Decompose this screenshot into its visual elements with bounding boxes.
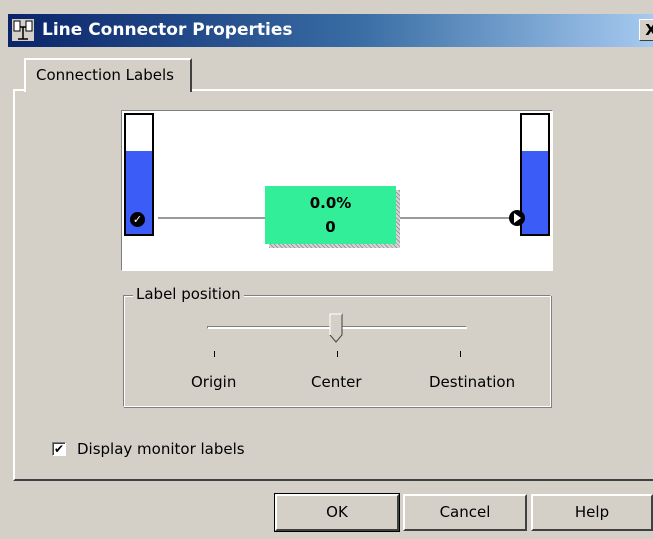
slider-tick-center [337,351,338,357]
slider-tick-origin [214,351,215,357]
window-title: Line Connector Properties [42,20,293,40]
checkmark-icon: ✓ [130,212,145,227]
close-icon: X [645,21,653,39]
tab-connection-labels[interactable]: Connection Labels [24,58,192,92]
slider-label-center: Center [311,373,362,391]
connection-label-percent: 0.0% [309,194,352,212]
dialog-window: Line Connector Properties X Connection L… [0,0,653,539]
cancel-button[interactable]: Cancel [403,494,527,531]
checkbox-check-icon: ✔ [53,442,65,456]
connector-app-icon [12,19,34,41]
destination-tank-level [522,150,548,234]
label-position-heading: Label position [133,285,244,303]
connection-label: 0.0% 0 [265,186,396,244]
help-button[interactable]: Help [531,494,653,531]
slider-label-destination: Destination [429,373,516,391]
label-position-slider-thumb[interactable] [329,313,343,343]
tab-label: Connection Labels [36,66,174,84]
title-bar: Line Connector Properties X [8,14,653,47]
slider-label-origin: Origin [191,373,237,391]
ok-button[interactable]: OK [274,493,400,532]
display-monitor-labels-checkbox[interactable]: ✔ [52,442,66,456]
connection-label-value: 0 [325,218,336,236]
connector-preview: ✓ 0.0% 0 [121,110,553,271]
display-monitor-labels-label[interactable]: Display monitor labels [77,440,245,458]
label-position-group: Label position Origin Center Destination [123,285,551,407]
arrow-right-icon [509,210,525,226]
slider-tick-destination [460,351,461,357]
close-button[interactable]: X [639,19,653,41]
